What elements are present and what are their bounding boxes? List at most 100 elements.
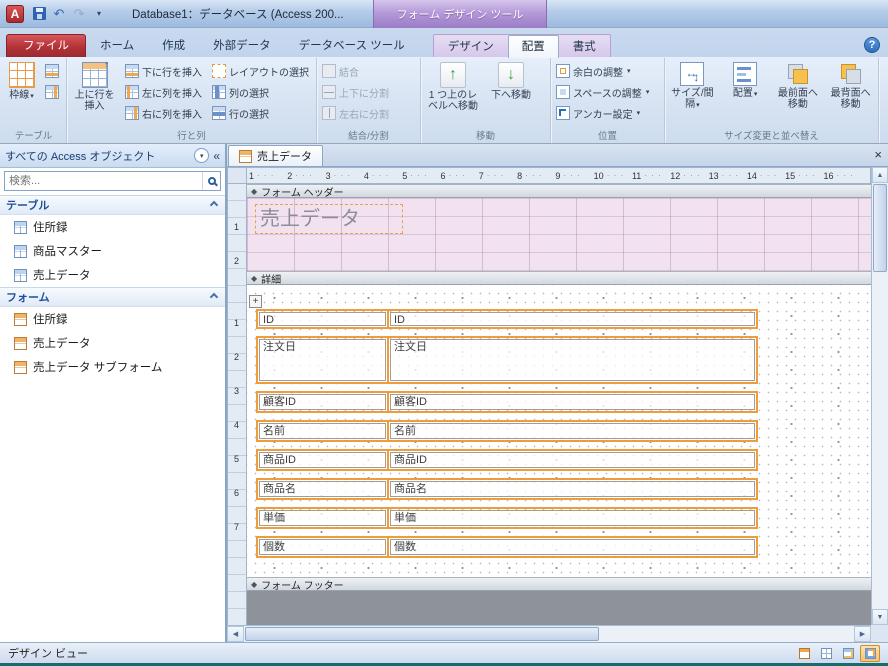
horizontal-scroll-track[interactable] [244,626,854,642]
scroll-right-button[interactable]: ▶ [854,626,871,642]
select-row-button[interactable]: 行の選択 [209,103,314,123]
nav-section-forms[interactable]: フォーム [0,287,225,307]
split-vertical-button[interactable]: 上下に分割 [319,82,394,102]
field-row-name[interactable]: 名前 名前 [256,420,758,442]
nav-pane-collapse-button[interactable]: « [213,149,220,163]
control-margins-button[interactable]: 余白の調整 ▾ [553,61,654,81]
field-row-productid[interactable]: 商品ID 商品ID [256,449,758,471]
move-down-button[interactable]: ↓ 下へ移動 [485,59,537,130]
field-label[interactable]: 商品ID [259,452,386,468]
nav-item-table-addressbook[interactable]: 住所録 [0,215,225,239]
form-footer-section[interactable] [247,591,871,625]
detail-section[interactable]: + ID ID 注文日 注文日 顧客ID 顧客ID 名前 名前 商品ID 商品I… [247,285,871,577]
tab-format[interactable]: 書式 [559,35,610,58]
redo-button[interactable]: ↷ [70,5,88,23]
insert-above-button[interactable]: ↑ 上に行を挿入 [69,59,120,130]
horizontal-scrollbar[interactable]: ◀ ▶ [227,625,871,642]
select-layout-button[interactable]: レイアウトの選択 [209,61,314,81]
field-row-unitprice[interactable]: 単価 単価 [256,507,758,529]
split-horizontal-button[interactable]: 左右に分割 [319,103,394,123]
gridlines-button[interactable]: 枠線▾ [3,59,40,130]
nav-item-form-addressbook[interactable]: 住所録 [0,307,225,331]
undo-button[interactable]: ↶ [50,5,68,23]
field-row-customerid[interactable]: 顧客ID 顧客ID [256,391,758,413]
access-app-icon[interactable]: A [6,4,24,23]
field-label[interactable]: 注文日 [259,339,386,381]
insert-left-button[interactable]: 左に列を挿入 [122,82,207,102]
nav-item-form-salesdata[interactable]: 売上データ [0,331,225,355]
help-button[interactable]: ? [864,37,880,53]
align-button[interactable]: 配置▾ [720,59,771,130]
field-textbox[interactable]: 商品名 [390,481,755,497]
field-textbox[interactable]: 個数 [390,539,755,555]
document-close-button[interactable]: × [874,148,882,161]
field-label[interactable]: 名前 [259,423,386,439]
view-datasheet-button[interactable] [816,645,836,662]
section-bar-form-footer[interactable]: ◆ フォーム フッター [247,577,871,592]
search-button[interactable] [202,172,220,190]
anchoring-button[interactable]: アンカー設定 ▾ [553,103,654,123]
control-padding-button[interactable]: スペースの調整 ▾ [553,82,654,102]
field-textbox[interactable]: 商品ID [390,452,755,468]
nav-item-table-productmaster[interactable]: 商品マスター [0,239,225,263]
document-tab-salesdata[interactable]: 売上データ [228,145,323,166]
select-column-button[interactable]: 列の選択 [209,82,314,102]
field-row-productname[interactable]: 商品名 商品名 [256,478,758,500]
field-textbox[interactable]: 単価 [390,510,755,526]
field-label[interactable]: 個数 [259,539,386,555]
tab-arrange[interactable]: 配置 [507,35,559,58]
vertical-ruler[interactable]: 121234567 [227,184,247,625]
merge-button[interactable]: 結合 [319,61,394,81]
nav-pane-header[interactable]: すべての Access オブジェクト ▾ « [0,144,225,168]
nav-pane-menu-button[interactable]: ▾ [194,148,210,163]
field-label[interactable]: 商品名 [259,481,386,497]
layout-select-handle[interactable]: + [249,295,262,308]
tab-external-data[interactable]: 外部データ [199,34,285,57]
nav-section-tables[interactable]: テーブル [0,195,225,215]
view-form-button[interactable] [794,645,814,662]
send-to-back-button[interactable]: 最背面へ移動 [825,59,876,130]
field-row-id[interactable]: ID ID [256,309,758,329]
view-design-button[interactable] [860,644,880,662]
bring-to-front-button[interactable]: 最前面へ移動 [773,59,824,130]
scroll-up-button[interactable]: ▲ [872,167,888,183]
section-bar-form-header[interactable]: ◆ フォーム ヘッダー [247,184,871,199]
search-input[interactable] [5,175,202,187]
tabular-layout-button[interactable] [42,82,64,102]
scroll-left-button[interactable]: ◀ [227,626,244,642]
field-label[interactable]: 単価 [259,510,386,526]
field-textbox[interactable]: 注文日 [390,339,755,381]
horizontal-ruler[interactable]: 1 · · · 2 · · · 3 · · · 4 · · · 5 · · · 6 · · · 7 · ·… [247,167,871,184]
field-label[interactable]: 顧客ID [259,394,386,410]
tab-design[interactable]: デザイン [434,35,508,58]
qat-customize-button[interactable]: ▾ [90,5,108,23]
vertical-scrollbar[interactable]: ▲ ▼ [871,167,888,625]
vertical-scroll-track[interactable] [872,183,888,609]
save-button[interactable] [30,5,48,23]
insert-right-button[interactable]: 右に列を挿入 [122,103,207,123]
tab-home[interactable]: ホーム [86,34,148,57]
stacked-layout-button[interactable] [42,61,64,81]
insert-below-button[interactable]: 下に行を挿入 [122,61,207,81]
field-label[interactable]: ID [259,312,386,326]
tab-file[interactable]: ファイル [6,34,86,57]
scroll-down-button[interactable]: ▼ [872,609,888,625]
view-layout-button[interactable] [838,645,858,662]
vertical-scroll-thumb[interactable] [873,184,887,272]
section-bar-detail[interactable]: ◆ 詳細 [247,271,871,286]
move-up-button[interactable]: ↑ 1 つ上のレベルへ移動 [423,59,483,130]
nav-item-table-salesdata[interactable]: 売上データ [0,263,225,287]
field-textbox[interactable]: 名前 [390,423,755,439]
horizontal-scroll-thumb[interactable] [245,627,599,641]
size-space-button[interactable]: サイズ/間隔▾ [667,59,718,130]
form-selector-button[interactable] [227,167,247,184]
nav-item-form-salesdata-subform[interactable]: 売上データ サブフォーム [0,355,225,379]
field-textbox[interactable]: ID [390,312,755,326]
tab-create[interactable]: 作成 [148,34,199,57]
field-textbox[interactable]: 顧客ID [390,394,755,410]
form-title-label[interactable]: 売上データ [255,204,403,234]
field-row-orderdate[interactable]: 注文日 注文日 [256,336,758,384]
field-row-quantity[interactable]: 個数 個数 [256,536,758,558]
tab-database-tools[interactable]: データベース ツール [285,34,419,57]
form-header-section[interactable]: 売上データ [247,198,871,271]
